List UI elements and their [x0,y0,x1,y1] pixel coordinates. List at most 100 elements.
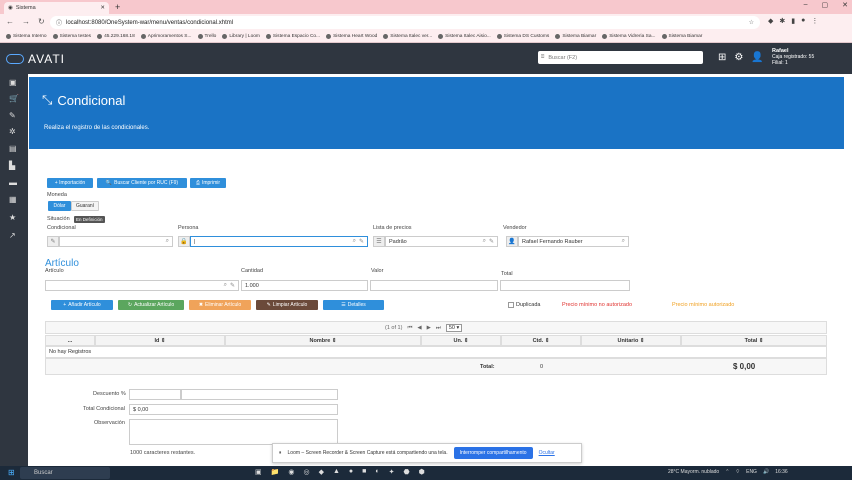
col-total[interactable]: Total ⇕ [681,335,827,346]
prev-page-icon[interactable]: ◀ [417,325,421,331]
print-button[interactable]: ⎙ Imprimir [190,178,226,188]
clock-text[interactable]: 16:36 [775,469,788,475]
app-icon[interactable]: ■ [362,468,366,476]
add-window-icon[interactable]: ⊞ [718,52,726,63]
bookmark-item[interactable]: Library | Loom [222,34,260,39]
articulo-input[interactable]: ⌕ ✎ [45,280,239,291]
new-tab-icon[interactable]: + [115,2,120,12]
browser-tab[interactable]: ◉ Sistema ✕ [4,2,109,14]
bookmark-item[interactable]: 45.229.168.18 [97,34,135,39]
bookmark-item[interactable]: Sistema testes [52,34,91,39]
book-icon[interactable]: ▣ [9,78,17,87]
language-text[interactable]: ENG [746,469,757,475]
task-view-icon[interactable]: ▣ [255,468,262,476]
col-ctd[interactable]: Ctd. ⇕ [501,335,581,346]
search-icon[interactable]: ⌕ [353,238,356,245]
back-icon[interactable]: ← [6,17,14,26]
search-icon[interactable]: ⌕ [622,238,625,245]
pause-icon[interactable]: ⏸ [279,450,282,456]
money-icon[interactable]: ▤ [9,144,17,153]
volume-icon[interactable]: 🔊 [763,469,769,475]
delete-articulo-button[interactable]: ✖ Eliminar Artículo [189,300,251,310]
app-icon[interactable]: ▲ [333,468,340,476]
bookmark-item[interactable]: Sistema Espacio Co... [265,34,320,39]
taskbar-search[interactable]: Buscar [20,467,110,479]
bookmark-item[interactable]: Sistema Biamar [661,34,702,39]
edit-icon[interactable]: ✎ [489,238,494,245]
bookmark-item[interactable]: Sistema DS Customs [496,34,549,39]
cart-icon[interactable]: 🛒 [9,94,19,103]
observacion-textarea[interactable] [129,419,338,445]
app-icon[interactable]: ● [349,468,353,476]
factory-icon[interactable]: ▙ [9,161,15,170]
url-bar[interactable]: ⓘ localhost:8080/OneSystem-war/menu/vent… [50,16,760,29]
app-logo[interactable]: AVATI [6,52,65,66]
chrome-icon[interactable]: ◉ [288,468,294,476]
pencil-icon[interactable]: ✎ [47,236,59,247]
total-condicional-input[interactable]: $ 0,00 [129,404,338,415]
col-nombre[interactable]: Nombre ⇕ [225,335,421,346]
cantidad-input[interactable]: 1.000 [241,280,368,291]
bookmark-item[interactable]: Sistema Interno [6,34,47,39]
star-icon[interactable]: ★ [9,213,16,222]
minimize-icon[interactable]: – [804,1,808,9]
condicional-input[interactable]: ⌕ [59,236,173,247]
vendedor-input[interactable]: Rafael Fernando Rauber ⌕ [518,236,629,247]
windows-start-icon[interactable]: ⊞ [8,468,15,477]
edge-icon[interactable]: ◎ [303,468,309,476]
currency-guarani-button[interactable]: Guaraní [71,201,99,211]
star-icon[interactable]: ☆ [749,19,754,26]
network-icon[interactable]: ⌔ [735,469,740,475]
bookmark-item[interactable]: Aprimoramentos S... [140,34,192,39]
extension-icon[interactable]: ◆ [768,17,773,25]
descuento-input[interactable] [129,389,181,400]
tray-arrow-icon[interactable]: ⌃ [725,469,729,475]
briefcase-icon[interactable]: ▦ [9,195,17,204]
user-icon[interactable]: 👤 [751,52,763,63]
update-articulo-button[interactable]: ↻ Actualizar Artículo [118,300,184,310]
search-icon[interactable]: ⌕ [224,282,227,289]
search-icon[interactable]: ⌕ [483,238,486,245]
gear-icon[interactable]: ⚙ [734,52,743,63]
currency-dolar-button[interactable]: Dólar [48,201,71,211]
close-window-icon[interactable]: ✕ [842,1,848,9]
forward-icon[interactable]: → [22,17,30,26]
profile-avatar-icon[interactable]: ● [801,17,805,25]
close-tab-icon[interactable]: ✕ [100,5,105,11]
clear-articulo-button[interactable]: ✎ Limpiar Artículo [256,300,318,310]
bookmark-item[interactable]: Sistema Vidreria Sa... [602,34,656,39]
persona-input[interactable]: | ⌕ ✎ [190,236,368,247]
global-search[interactable]: ⌸ Buscar (F2) [538,51,703,64]
puzzle-icon[interactable]: ✱ [779,17,785,25]
last-page-icon[interactable]: ⏭ [436,325,441,332]
bookmark-item[interactable]: Sistema Biamar [555,34,596,39]
edit-icon[interactable]: ✎ [359,238,364,245]
valor-input[interactable] [370,280,498,291]
chart-icon[interactable]: ↗ [9,231,16,240]
first-page-icon[interactable]: ⏮ [407,325,412,332]
details-button[interactable]: ☰ Detalles [323,300,384,310]
stop-sharing-button[interactable]: Interromper compartilhamento [453,447,533,459]
add-articulo-button[interactable]: + Añadir Artículo [51,300,113,310]
truck-icon[interactable]: ▬ [9,178,17,187]
col-un[interactable]: Un. ⇕ [421,335,501,346]
bookmark-item[interactable]: Sistema Italec ver... [383,34,432,39]
col-unitario[interactable]: Unitario ⇕ [581,335,681,346]
import-button[interactable]: + Importación [47,178,93,188]
bookmark-item[interactable]: Trello [197,34,216,39]
descuento-value-input[interactable] [181,389,338,400]
page-size-select[interactable]: 50 ▾ [445,324,463,332]
sidepanel-icon[interactable]: ▮ [791,17,795,25]
app-icon[interactable]: ⬢ [419,468,425,476]
checkbox-box[interactable] [508,302,514,308]
teams-icon[interactable]: ◆ [319,468,324,476]
search-client-button[interactable]: 🔍 Buscar Cliente por RUC (F9) [97,178,187,188]
app-icon[interactable]: ⬣ [403,468,409,476]
menu-dots-icon[interactable]: ⋮ [811,17,818,25]
reload-icon[interactable]: ↻ [38,17,45,26]
app-icon[interactable]: ✦ [389,468,395,476]
lista-precios-input[interactable]: Padrão ⌕ ✎ [385,236,498,247]
wrench-icon[interactable]: ✎ [9,111,16,120]
gears-icon[interactable]: ✲ [9,127,16,136]
weather-text[interactable]: 28°C Mayorm. nublado [668,469,719,475]
